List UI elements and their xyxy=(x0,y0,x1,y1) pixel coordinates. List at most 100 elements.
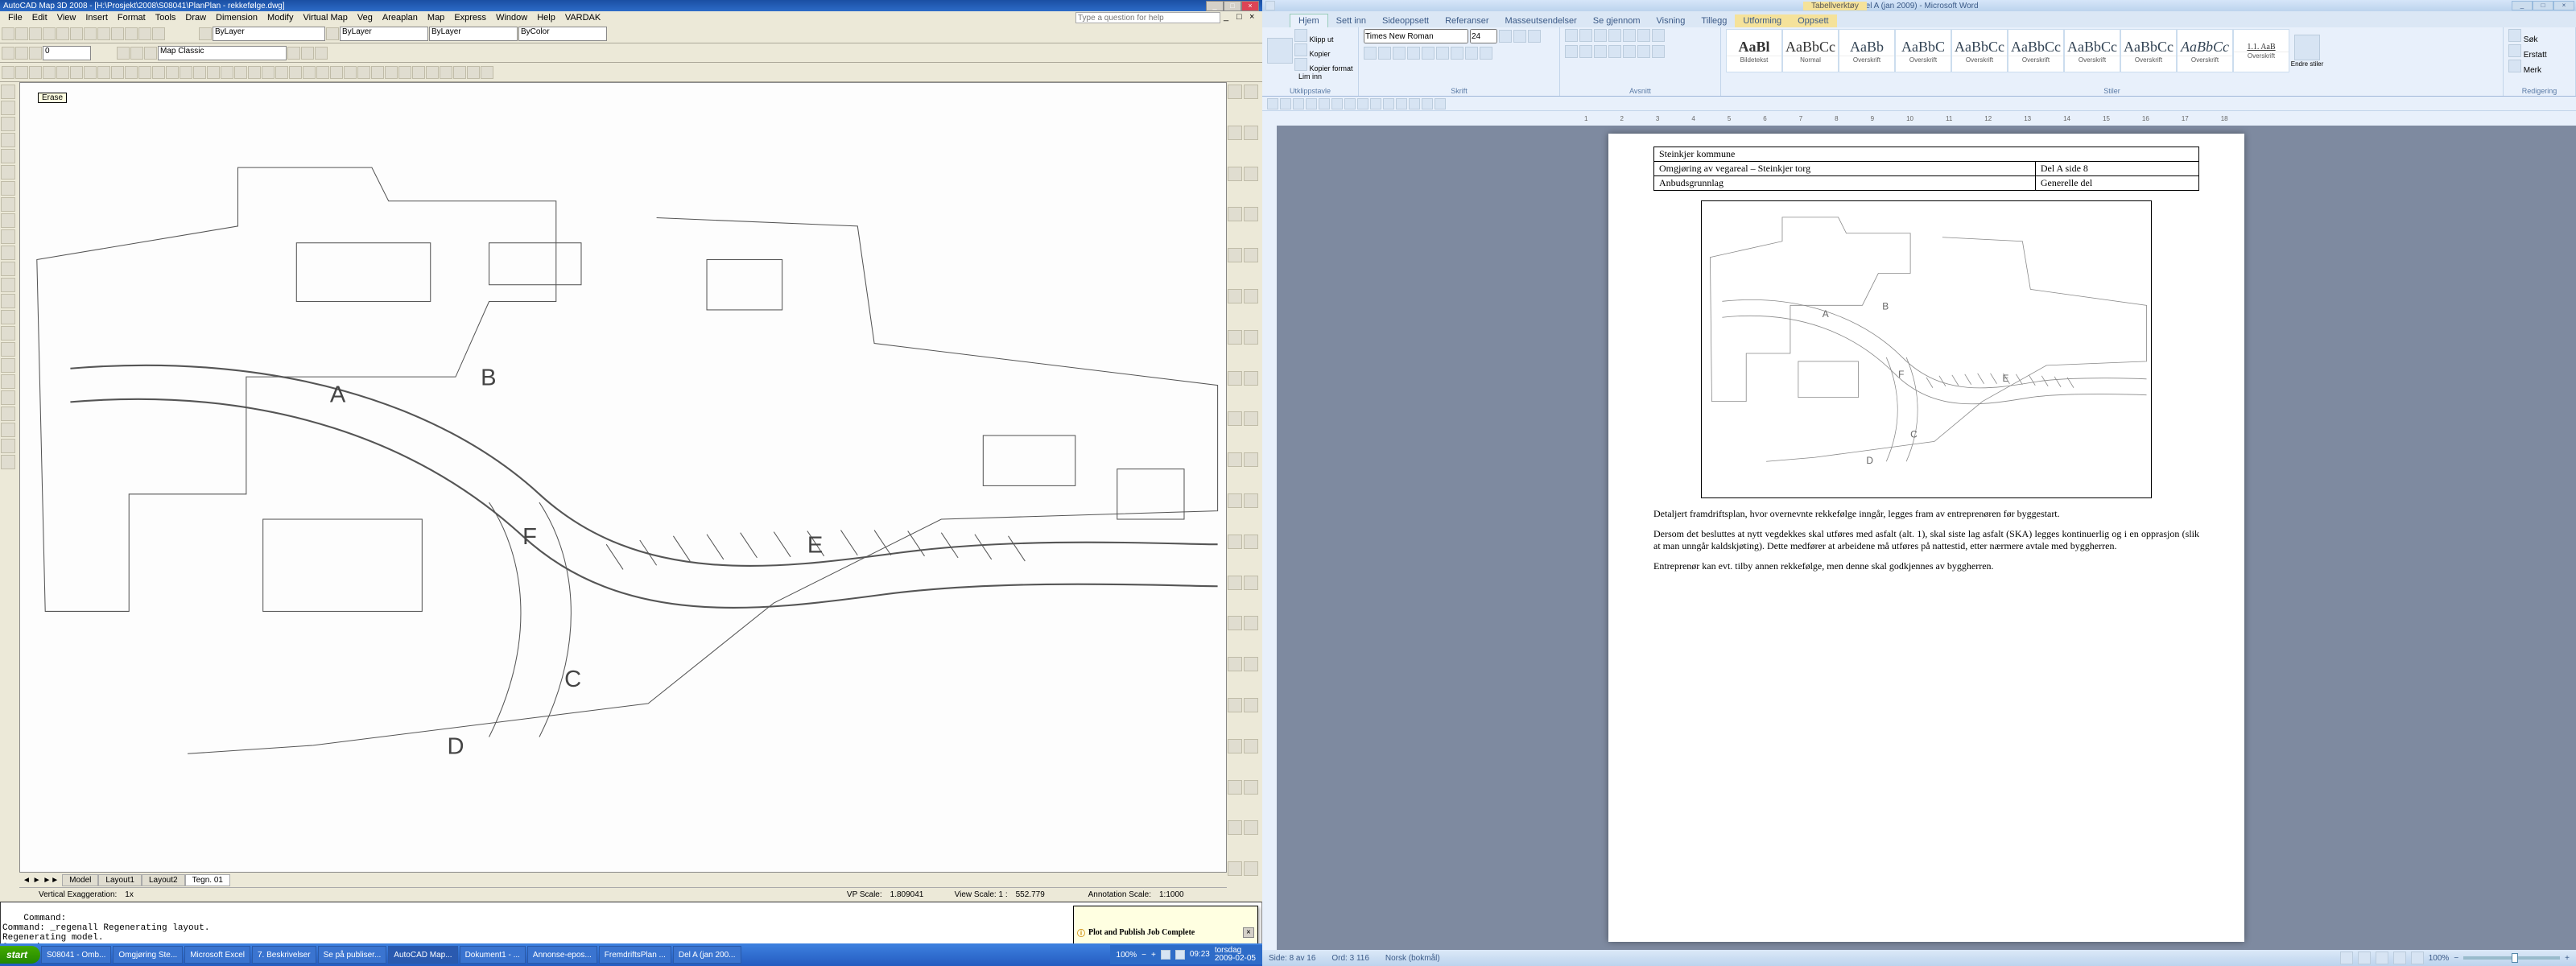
qat-icon[interactable] xyxy=(1396,98,1407,109)
tool-icon[interactable] xyxy=(1244,739,1258,753)
change-styles-button[interactable]: Endre stiler xyxy=(2289,29,2325,72)
drawing-canvas[interactable]: Erase xyxy=(19,82,1227,873)
copy-icon[interactable] xyxy=(1,229,15,244)
tool-icon[interactable] xyxy=(1228,126,1242,140)
tool-icon[interactable] xyxy=(1244,576,1258,590)
tool-icon[interactable] xyxy=(1244,493,1258,508)
tool-icon[interactable] xyxy=(1228,207,1242,221)
style-item[interactable]: AaBbCcOverskrift xyxy=(2064,29,2120,72)
match-icon[interactable] xyxy=(125,27,138,40)
tool-icon[interactable] xyxy=(1244,85,1258,99)
qat-icon[interactable] xyxy=(1319,98,1330,109)
line-icon[interactable] xyxy=(1,85,15,99)
view-draft-icon[interactable] xyxy=(2411,952,2424,964)
menu-item[interactable]: File xyxy=(3,13,27,23)
draw-tool-icon[interactable] xyxy=(481,66,493,79)
draw-tool-icon[interactable] xyxy=(43,66,56,79)
rect-icon[interactable] xyxy=(1,149,15,163)
tab-tillegg[interactable]: Tillegg xyxy=(1693,14,1735,27)
tool-icon[interactable] xyxy=(1228,698,1242,712)
paragraph[interactable]: Entreprenør kan evt. tilby annen rekkefø… xyxy=(1653,560,2199,572)
tab-segjennom[interactable]: Se gjennom xyxy=(1585,14,1649,27)
tool-icon[interactable] xyxy=(1244,167,1258,181)
page[interactable]: Steinkjer kommune Omgjøring av vegareal … xyxy=(1608,134,2244,942)
tool-icon[interactable] xyxy=(1228,452,1242,467)
doc-close-button[interactable]: × xyxy=(1249,12,1262,23)
align-center-icon[interactable] xyxy=(1579,45,1592,58)
draw-tool-icon[interactable] xyxy=(453,66,466,79)
menu-item[interactable]: Tools xyxy=(151,13,181,23)
fillet-icon[interactable] xyxy=(1,342,15,357)
workspace-combo[interactable]: Map Classic xyxy=(158,46,287,60)
draw-tool-icon[interactable] xyxy=(152,66,165,79)
tool-icon[interactable] xyxy=(1228,330,1242,345)
tool-icon[interactable] xyxy=(1228,85,1242,99)
tab-referanser[interactable]: Referanser xyxy=(1437,14,1496,27)
qat-icon[interactable] xyxy=(1280,98,1291,109)
open-icon[interactable] xyxy=(15,27,28,40)
tab-layout1[interactable]: Layout1 xyxy=(98,874,142,886)
map-tool-icon[interactable] xyxy=(315,47,328,60)
help-search-input[interactable] xyxy=(1075,12,1220,23)
draw-tool-icon[interactable] xyxy=(70,66,83,79)
pline-icon[interactable] xyxy=(1,101,15,115)
style-item[interactable]: 1.1. AaBOverskrift xyxy=(2233,29,2289,72)
vertical-ruler[interactable] xyxy=(1262,126,1277,950)
map-tool-icon[interactable] xyxy=(117,47,130,60)
map-tool-icon[interactable] xyxy=(2,47,14,60)
menu-item[interactable]: Virtual Map xyxy=(298,13,352,23)
status-words[interactable]: Ord: 3 116 xyxy=(1331,954,1369,963)
new-icon[interactable] xyxy=(2,27,14,40)
tool-icon[interactable] xyxy=(1228,289,1242,303)
view-print-icon[interactable] xyxy=(2340,952,2353,964)
qat-icon[interactable] xyxy=(1344,98,1356,109)
draw-tool-icon[interactable] xyxy=(29,66,42,79)
draw-tool-icon[interactable] xyxy=(398,66,411,79)
tray-zoom-minus[interactable]: − xyxy=(1141,951,1146,960)
tool-icon[interactable] xyxy=(1244,820,1258,835)
tool-icon[interactable] xyxy=(1,439,15,453)
tool-icon[interactable] xyxy=(1,455,15,469)
tab-hjem[interactable]: Hjem xyxy=(1290,14,1328,27)
draw-tool-icon[interactable] xyxy=(221,66,233,79)
style-item[interactable]: AaBbCcOverskrift xyxy=(1951,29,2008,72)
taskbar-button[interactable]: Annonse-epos... xyxy=(527,946,597,964)
maximize-button[interactable]: □ xyxy=(2533,1,2553,10)
style-item[interactable]: AaBbCcOverskrift xyxy=(2008,29,2064,72)
extend-icon[interactable] xyxy=(1,294,15,308)
start-button[interactable]: start xyxy=(0,946,40,964)
taskbar-button[interactable]: Dokument1 - ... xyxy=(460,946,526,964)
menu-item[interactable]: Edit xyxy=(27,13,52,23)
zoom-slider[interactable] xyxy=(2463,956,2560,960)
document-area[interactable]: Steinkjer kommune Omgjøring av vegareal … xyxy=(1262,126,2576,950)
pan-icon[interactable] xyxy=(138,27,151,40)
borders-icon[interactable] xyxy=(1652,45,1665,58)
as-value[interactable]: 1:1000 xyxy=(1159,890,1208,899)
hatch-icon[interactable] xyxy=(1,165,15,180)
bold-icon[interactable] xyxy=(1364,47,1377,60)
tool-icon[interactable] xyxy=(1228,535,1242,549)
taskbar-button[interactable]: FremdriftsPlan ... xyxy=(599,946,671,964)
qat-icon[interactable] xyxy=(1409,98,1420,109)
qat-icon[interactable] xyxy=(1370,98,1381,109)
tab-utforming[interactable]: Utforming xyxy=(1735,14,1790,27)
qat-icon[interactable] xyxy=(1422,98,1433,109)
outdent-icon[interactable] xyxy=(1608,29,1621,42)
undo-icon[interactable] xyxy=(56,27,69,40)
draw-tool-icon[interactable] xyxy=(289,66,302,79)
tool-icon[interactable] xyxy=(1,423,15,437)
tab-oppsett[interactable]: Oppsett xyxy=(1790,14,1837,27)
tool-icon[interactable] xyxy=(1228,616,1242,630)
line-spacing-icon[interactable] xyxy=(1623,45,1636,58)
tool-icon[interactable] xyxy=(1244,657,1258,671)
view-read-icon[interactable] xyxy=(2358,952,2371,964)
justify-icon[interactable] xyxy=(1608,45,1621,58)
redo-icon[interactable] xyxy=(70,27,83,40)
minimize-button[interactable]: _ xyxy=(2512,1,2533,10)
copy-icon[interactable] xyxy=(97,27,110,40)
rotate-icon[interactable] xyxy=(1,246,15,260)
zoom-out-button[interactable]: − xyxy=(2454,954,2458,963)
font-color-icon[interactable] xyxy=(1480,47,1492,60)
circle-icon[interactable] xyxy=(1,117,15,131)
qat-icon[interactable] xyxy=(1331,98,1343,109)
